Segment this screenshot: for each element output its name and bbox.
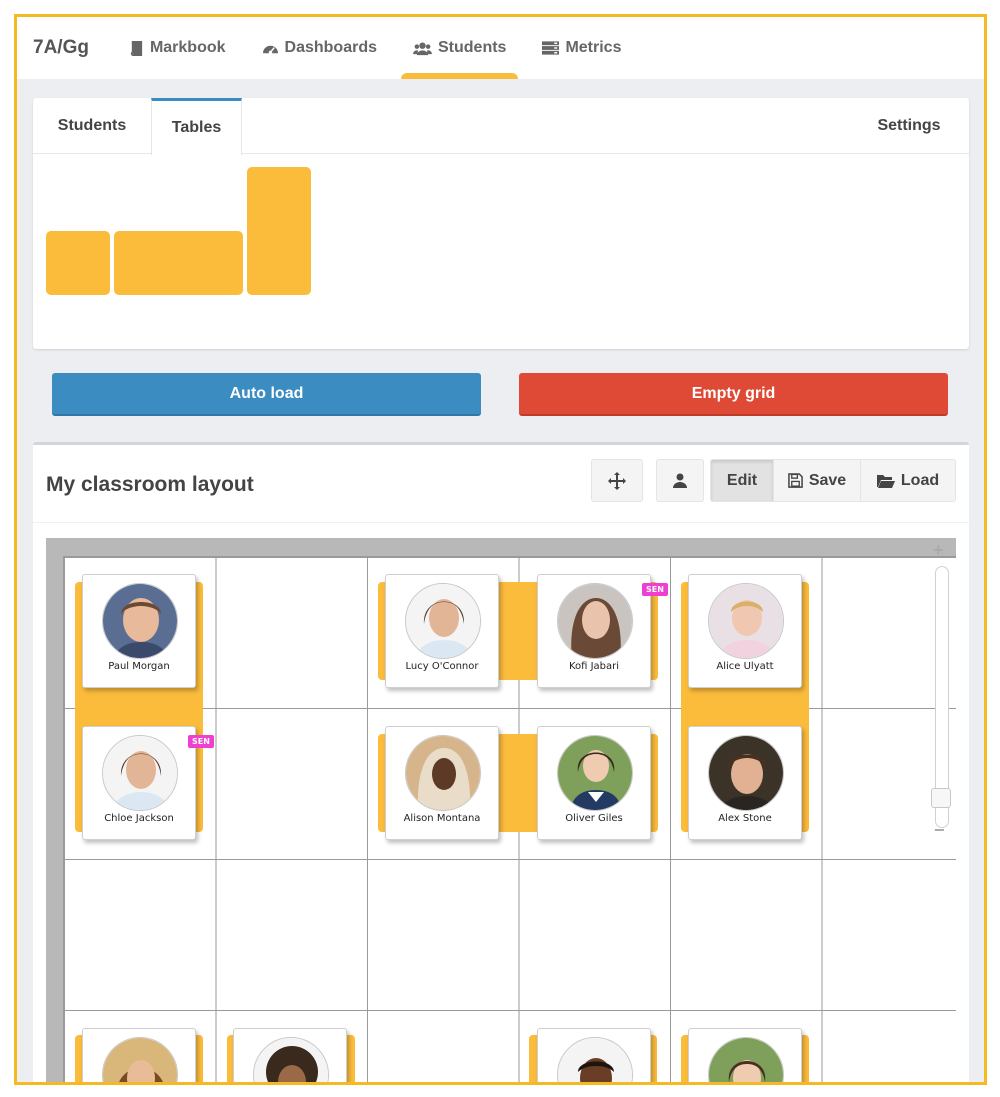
student-card[interactable] (233, 1028, 347, 1082)
student-photo (102, 735, 178, 811)
student-card[interactable]: Lucy O'Connor (385, 574, 499, 688)
nav-metrics-label: Metrics (565, 39, 622, 56)
table-template-tall[interactable] (247, 167, 311, 295)
table-template-small[interactable] (46, 231, 110, 295)
folder-open-icon (876, 474, 895, 488)
book-icon (129, 40, 144, 56)
empty-grid-button[interactable]: Empty grid (519, 373, 948, 416)
zoom-slider-handle[interactable] (931, 788, 951, 808)
save-button[interactable]: Save (773, 459, 861, 502)
tab-students[interactable]: Students (33, 98, 151, 154)
nav-metrics[interactable]: Metrics (524, 17, 639, 79)
tab-settings[interactable]: Settings (849, 98, 969, 154)
dashboard-icon (262, 41, 279, 56)
student-photo (557, 583, 633, 659)
layout-title: My classroom layout (46, 473, 254, 496)
student-name: Lucy O'Connor (405, 661, 479, 672)
student-card[interactable]: Alex Stone (688, 726, 802, 840)
student-card[interactable]: Alice Ulyatt (688, 574, 802, 688)
tab-tables[interactable]: Tables (151, 98, 242, 155)
student-photo (557, 1037, 633, 1082)
nav-students[interactable]: Students (395, 17, 524, 79)
student-card[interactable]: Alison Montana (385, 726, 499, 840)
panel-tabs: Students Tables Settings (33, 98, 969, 155)
header-divider (33, 522, 969, 523)
auto-load-button[interactable]: Auto load (52, 373, 481, 416)
sen-badge: SEN (642, 583, 668, 596)
student-photo (102, 583, 178, 659)
save-label: Save (808, 471, 847, 489)
load-button[interactable]: Load (860, 459, 956, 502)
edit-button[interactable]: Edit (710, 459, 774, 502)
student-card[interactable] (537, 1028, 651, 1082)
student-photo (253, 1037, 329, 1082)
nav-dashboards[interactable]: Dashboards (244, 17, 395, 79)
student-photo (708, 1037, 784, 1082)
student-card[interactable] (688, 1028, 802, 1082)
table-template-wide[interactable] (114, 231, 243, 295)
user-icon (673, 473, 687, 488)
student-name: Alison Montana (403, 813, 481, 824)
student-card[interactable]: Oliver Giles (537, 726, 651, 840)
student-view-button[interactable] (656, 459, 704, 502)
class-brand[interactable]: 7A/Gg (33, 37, 89, 59)
move-button[interactable] (591, 459, 643, 502)
student-name: Alex Stone (718, 813, 772, 824)
student-photo (557, 735, 633, 811)
save-icon (788, 473, 803, 488)
student-card[interactable] (82, 1028, 196, 1082)
app-frame: 7A/Gg Markbook Dashboards Students Metri… (14, 14, 987, 1085)
student-name: Oliver Giles (565, 813, 623, 824)
student-card[interactable]: Paul Morgan (82, 574, 196, 688)
nav-markbook[interactable]: Markbook (111, 17, 244, 79)
student-card[interactable]: Chloe Jackson (82, 726, 196, 840)
load-label: Load (900, 471, 940, 489)
student-photo (708, 583, 784, 659)
student-photo (405, 583, 481, 659)
student-photo (405, 735, 481, 811)
student-name: Paul Morgan (108, 661, 170, 672)
student-photo (708, 735, 784, 811)
zoom-out-icon[interactable]: − (934, 820, 945, 841)
zoom-in-icon[interactable]: + (933, 540, 944, 561)
classroom-layout-panel: My classroom layout Edit Save Load Paul … (33, 442, 969, 1082)
student-card[interactable]: Kofi Jabari (537, 574, 651, 688)
sen-badge: SEN (188, 735, 214, 748)
student-photo (102, 1037, 178, 1082)
tables-panel: Students Tables Settings (33, 98, 969, 349)
seating-grid[interactable]: Paul Morgan Lucy O'Connor Kofi Jabari SE… (63, 556, 956, 1082)
nav-dashboards-label: Dashboards (284, 39, 377, 56)
student-name: Chloe Jackson (104, 813, 174, 824)
nav-markbook-label: Markbook (149, 39, 226, 56)
nav-students-label: Students (438, 39, 507, 56)
server-icon (542, 41, 560, 55)
student-name: Kofi Jabari (568, 661, 620, 672)
users-icon (413, 41, 432, 56)
move-icon (608, 471, 626, 490)
seating-grid-viewport[interactable]: Paul Morgan Lucy O'Connor Kofi Jabari SE… (46, 538, 956, 1082)
top-nav: 7A/Gg Markbook Dashboards Students Metri… (17, 17, 984, 79)
student-name: Alice Ulyatt (716, 661, 774, 672)
